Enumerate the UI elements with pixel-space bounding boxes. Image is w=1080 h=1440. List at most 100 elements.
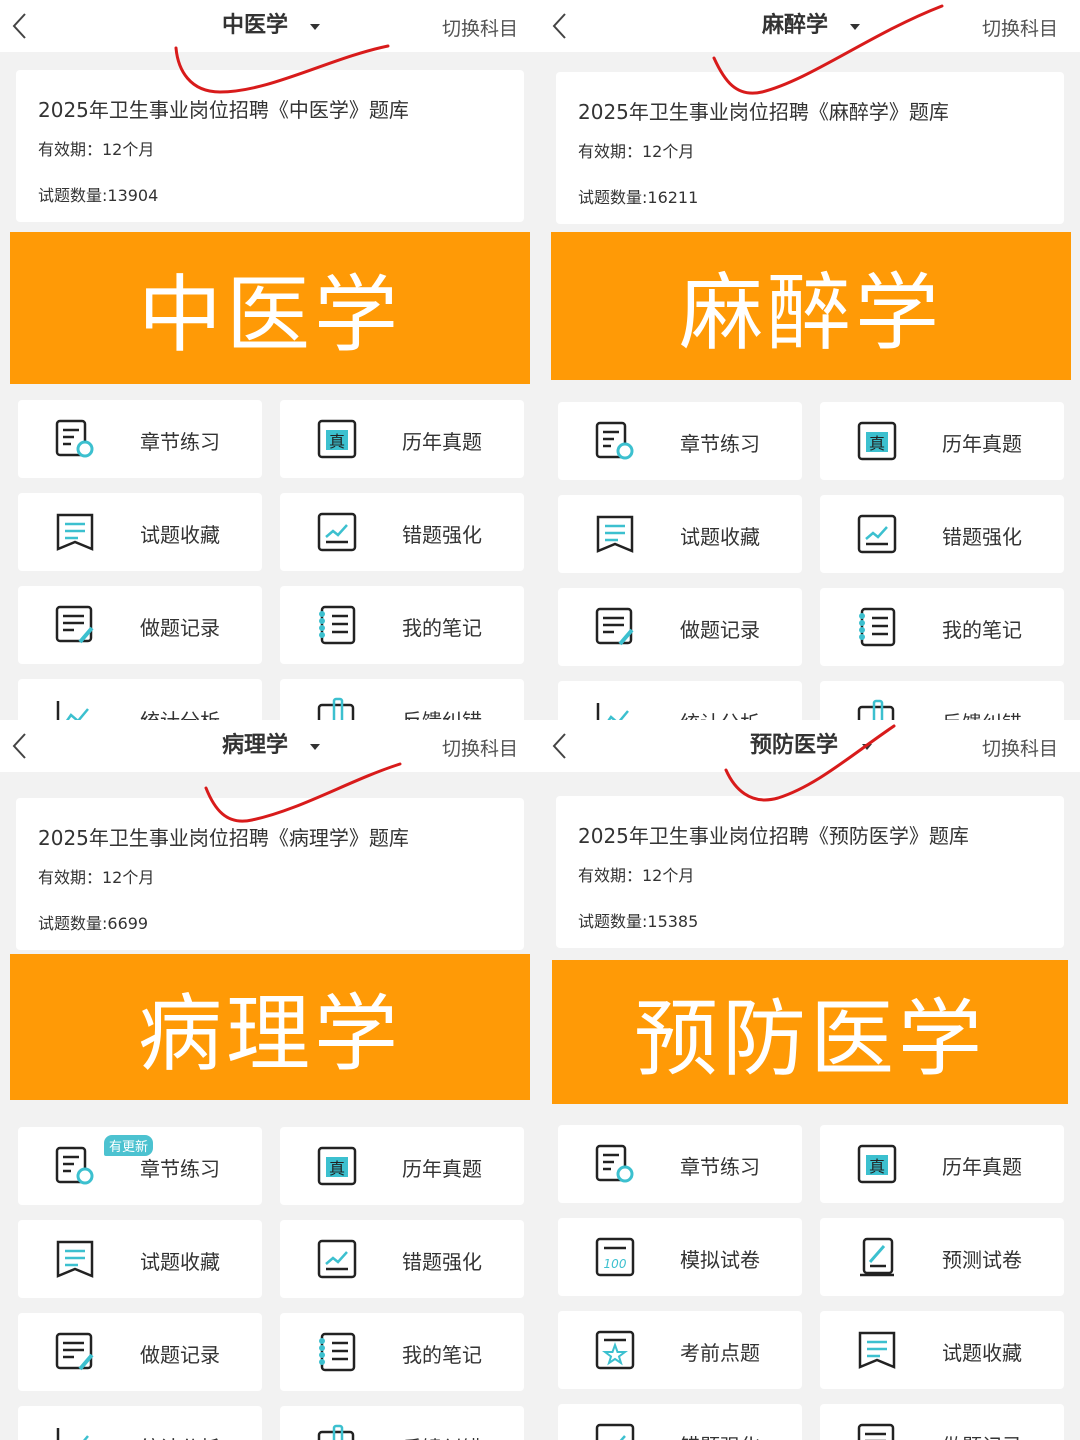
validity-text: 有效期：12个月 [578,142,695,161]
tile-label: 预测试卷 [942,1248,1022,1272]
mistakes-icon [317,512,357,552]
tile-statistics[interactable]: 统计分析 [18,679,262,720]
tile-chapter-practice[interactable]: 章节练习 [558,402,802,480]
tile-label: 错题强化 [402,523,482,547]
subject-title[interactable]: 麻醉学 [762,12,828,40]
notes-icon [859,607,896,647]
banner-text: 麻醉学 [678,263,943,362]
card-title: 2025年卫生事业岗位招聘《中医学》题库 [38,98,409,122]
tile-mistakes[interactable]: 错题强化 [280,1220,524,1298]
switch-subject-link[interactable]: 切换科目 [982,734,1058,761]
exam-bank-card[interactable]: 2025年卫生事业岗位招聘《预防医学》题库 有效期：12个月 试题数量:1538… [556,796,1064,948]
statistics-icon [596,703,629,720]
tile-mistakes[interactable]: 错题强化 [820,495,1064,573]
tile-notes[interactable]: 我的笔记 [280,1313,524,1391]
tile-favorites[interactable]: 试题收藏 [558,495,802,573]
tile-past-exam[interactable]: 真 历年真题 [280,400,524,478]
tile-favorites[interactable]: 试题收藏 [18,1220,262,1298]
mistakes-icon [317,1239,357,1279]
tile-statistics[interactable]: 统计分析 [558,681,802,720]
subject-title[interactable]: 病理学 [222,732,288,760]
chevron-down-icon[interactable] [862,744,872,750]
panel-bingli: 病理学 切换科目 2025年卫生事业岗位招聘《病理学》题库 有效期：12个月 试… [0,720,540,1440]
top-bar: 预防医学 切换科目 [540,720,1080,772]
tile-past-exam[interactable]: 真 历年真题 [820,1125,1064,1203]
practice-record-icon [55,1332,94,1371]
tile-label: 做题记录 [140,616,220,640]
back-icon[interactable] [10,12,30,40]
tile-favorites[interactable]: 试题收藏 [820,1311,1064,1389]
switch-subject-link[interactable]: 切换科目 [982,14,1058,41]
tile-label: 试题收藏 [140,523,220,547]
practice-record-icon [55,605,94,644]
svg-text:真: 真 [329,432,345,451]
tile-mistakes[interactable]: 错题强化 [280,493,524,571]
tile-label: 模拟试卷 [680,1248,760,1272]
tile-label: 历年真题 [402,1157,482,1181]
back-icon[interactable] [550,12,570,40]
tile-key-points[interactable]: 考前点题 [558,1311,802,1389]
tile-feedback[interactable]: 反馈纠错 [280,1406,524,1440]
tile-favorites[interactable]: 试题收藏 [18,493,262,571]
exam-bank-card[interactable]: 2025年卫生事业岗位招聘《中医学》题库 有效期：12个月 试题数量:13904 [16,70,524,222]
card-title: 2025年卫生事业岗位招聘《麻醉学》题库 [578,100,949,124]
tile-label: 做题记录 [140,1343,220,1367]
tile-label: 历年真题 [942,1155,1022,1179]
tile-statistics[interactable]: 统计分析 [18,1406,262,1440]
tile-chapter-practice[interactable]: 章节练习 [18,400,262,478]
back-icon[interactable] [550,732,570,760]
tile-label: 历年真题 [402,430,482,454]
tile-label: 错题强化 [680,1430,760,1440]
tile-label: 统计分析 [140,1432,220,1440]
chevron-down-icon[interactable] [310,24,320,30]
card-title: 2025年卫生事业岗位招聘《病理学》题库 [38,826,409,850]
tile-label: 考前点题 [680,1341,760,1365]
tile-practice-record[interactable]: 做题记录 [820,1404,1064,1440]
tile-chapter-practice[interactable]: 有更新 章节练习 [18,1127,262,1205]
tile-feedback[interactable]: 反馈纠错 [820,681,1064,720]
svg-text:100: 100 [604,1257,627,1271]
tile-past-exam[interactable]: 真 历年真题 [820,402,1064,480]
tile-label: 章节练习 [680,432,760,456]
tile-practice-record[interactable]: 做题记录 [18,586,262,664]
tile-predicted-exam[interactable]: 预测试卷 [820,1218,1064,1296]
key-points-icon [595,1330,635,1370]
subject-title[interactable]: 中医学 [222,12,288,40]
svg-text:真: 真 [869,1157,885,1176]
chevron-down-icon[interactable] [850,24,860,30]
tile-label: 章节练习 [680,1155,760,1179]
tile-mock-exam[interactable]: 100 模拟试卷 [558,1218,802,1296]
switch-subject-link[interactable]: 切换科目 [442,734,518,761]
exam-bank-card[interactable]: 2025年卫生事业岗位招聘《麻醉学》题库 有效期：12个月 试题数量:16211 [556,72,1064,224]
tile-label: 章节练习 [140,430,220,454]
banner-text: 病理学 [137,984,402,1083]
statistics-icon [56,701,89,720]
exam-bank-card[interactable]: 2025年卫生事业岗位招聘《病理学》题库 有效期：12个月 试题数量:6699 [16,798,524,950]
switch-subject-link[interactable]: 切换科目 [442,14,518,41]
chapter-practice-icon [595,421,634,460]
tile-label: 统计分析 [680,707,760,720]
tile-label: 试题收藏 [140,1250,220,1274]
validity-text: 有效期：12个月 [578,866,695,885]
subject-banner: 病理学 [10,954,530,1100]
tile-feedback[interactable]: 反馈纠错 [280,679,524,720]
svg-text:真: 真 [869,434,885,453]
tile-practice-record[interactable]: 做题记录 [18,1313,262,1391]
top-bar: 中医学 切换科目 [0,0,540,52]
tile-notes[interactable]: 我的笔记 [820,588,1064,666]
back-icon[interactable] [10,732,30,760]
tile-past-exam[interactable]: 真 历年真题 [280,1127,524,1205]
tile-label: 试题收藏 [680,525,760,549]
favorites-icon [56,1240,94,1278]
chevron-down-icon[interactable] [310,744,320,750]
subject-title[interactable]: 预防医学 [750,732,838,760]
tile-label: 章节练习 [140,1157,220,1181]
tile-mistakes[interactable]: 错题强化 [558,1404,802,1440]
past-exam-icon: 真 [857,1144,897,1184]
practice-record-icon [595,607,634,646]
predicted-exam-icon [860,1237,894,1277]
tile-chapter-practice[interactable]: 章节练习 [558,1125,802,1203]
tile-notes[interactable]: 我的笔记 [280,586,524,664]
panel-yufang: 预防医学 切换科目 2025年卫生事业岗位招聘《预防医学》题库 有效期：12个月… [540,720,1080,1440]
tile-practice-record[interactable]: 做题记录 [558,588,802,666]
